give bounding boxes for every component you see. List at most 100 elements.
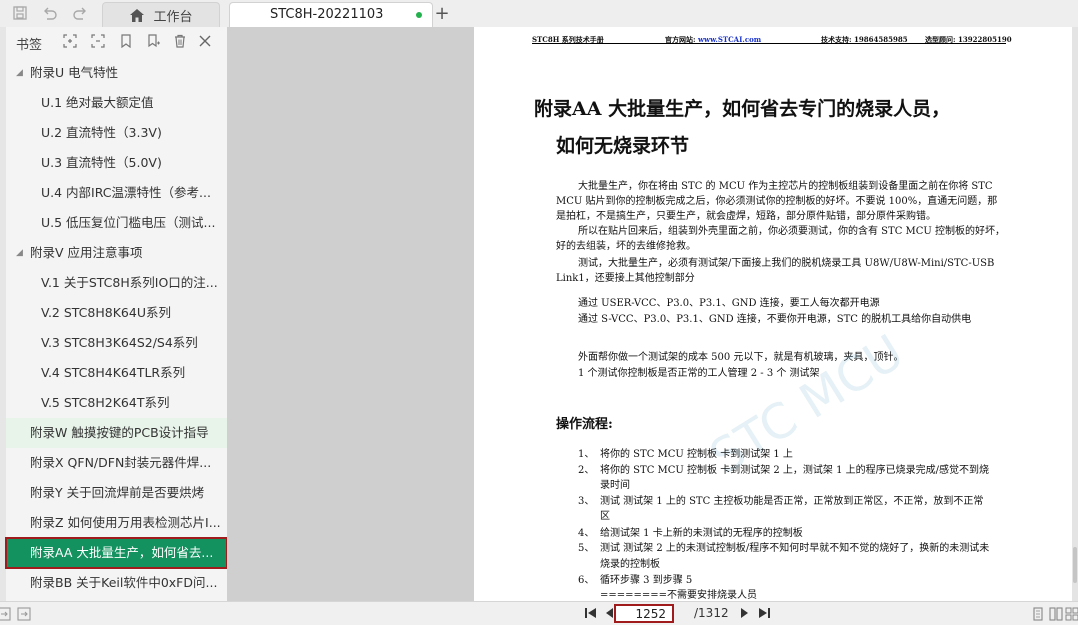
bookmark-item[interactable]: 附录BB 关于Keil软件中0xFD问... bbox=[6, 568, 227, 598]
bookmark-label: U.4 内部IRC温漂特性（参考... bbox=[41, 185, 211, 200]
appendix-heading-line-1: 附录AA 大批量生产，如何省去专门的烧录人员， bbox=[534, 98, 951, 120]
bookmark-item[interactable]: V.4 STC8H4K64TLR系列 bbox=[6, 358, 227, 388]
bookmark-label: V.2 STC8H8K64U系列 bbox=[41, 305, 171, 320]
body-line: 通过 S-VCC、P3.0、P3.1、GND 连接，不要你开电源，STC 的脱机… bbox=[578, 314, 972, 325]
step-text: 烧录的控制板 bbox=[600, 559, 660, 570]
collapse-all-icon[interactable] bbox=[90, 33, 106, 49]
document-background bbox=[227, 27, 474, 601]
bookmark-label: V.5 STC8H2K64T系列 bbox=[41, 395, 170, 410]
bookmark-label: 附录BB 关于Keil软件中0xFD问... bbox=[30, 575, 218, 590]
redo-icon[interactable] bbox=[68, 2, 92, 24]
status-bar: /1312 bbox=[0, 601, 1078, 625]
step-text: 测试 测试架 2 上的未测试控制板/程序不知何时早就不知不觉的烧好了，换新的未测… bbox=[600, 543, 990, 554]
bookmark-item[interactable]: 附录Z 如何使用万用表检测芯片I... bbox=[6, 508, 227, 538]
bookmark-label: V.4 STC8H4K64TLR系列 bbox=[41, 365, 186, 380]
bookmark-item[interactable]: V.3 STC8H3K64S2/S4系列 bbox=[6, 328, 227, 358]
delete-bookmark-icon[interactable] bbox=[172, 33, 188, 49]
bookmark-label: U.5 低压复位门槛电压（测试... bbox=[41, 215, 216, 230]
step-text: 测试 测试架 1 上的 STC 主控板功能是否正常，正常放到正常区，不正常，放到… bbox=[600, 496, 984, 507]
step-text: 将你的 STC MCU 控制板 卡到测试架 1 上 bbox=[600, 449, 793, 460]
add-child-bookmark-icon[interactable] bbox=[146, 33, 162, 49]
expand-caret-icon[interactable]: ◢ bbox=[16, 238, 23, 268]
body-line: 好的去组装，坏的去维修抢救。 bbox=[556, 241, 696, 252]
body-line: 是拍杠，不是搞生产，只要生产，就会虚焊，短路，部分原件贴错，部分原件采购错。 bbox=[556, 211, 936, 222]
step-text: 录时间 bbox=[600, 480, 630, 491]
body-line: 所以在贴片回来后，组装到外壳里面之前，你必须要测试，你的含有 STC MCU 控… bbox=[578, 226, 1006, 237]
bookmark-label: 附录Z 如何使用万用表检测芯片I... bbox=[30, 515, 221, 530]
scrollbar-thumb[interactable] bbox=[1073, 547, 1077, 583]
expand-caret-icon[interactable]: ◢ bbox=[16, 58, 23, 88]
bookmark-label: U.1 绝对最大额定值 bbox=[41, 95, 154, 110]
next-page-button[interactable] bbox=[737, 605, 753, 621]
home-icon bbox=[129, 8, 145, 23]
total-pages: /1312 bbox=[694, 606, 729, 620]
body-line: MCU 贴片到你的控制板完成之后，你必须测试你的控制板的好坏。不要说 100%，… bbox=[556, 196, 998, 207]
bookmark-item[interactable]: ◢ 附录U 电气特性 bbox=[6, 58, 227, 88]
bookmark-item[interactable]: U.3 直流特性（5.0V) bbox=[6, 148, 227, 178]
bookmark-item[interactable]: U.1 绝对最大额定值 bbox=[6, 88, 227, 118]
bookmark-item[interactable]: V.5 STC8H2K64T系列 bbox=[6, 388, 227, 418]
tab-bar: 工作台 STC8H-20221103 + bbox=[0, 0, 1078, 28]
new-tab-button[interactable]: + bbox=[432, 2, 452, 24]
tab-home-label: 工作台 bbox=[153, 9, 193, 25]
section-title: 操作流程: bbox=[556, 417, 613, 432]
continuous-view-icon[interactable] bbox=[1064, 606, 1078, 622]
first-page-button[interactable] bbox=[583, 605, 599, 621]
bookmark-item[interactable]: 附录X QFN/DFN封装元器件焊... bbox=[6, 448, 227, 478]
bookmark-toolbar: 书签 bbox=[6, 27, 227, 56]
step-number: 5、 bbox=[578, 543, 595, 554]
bookmark-label: 附录X QFN/DFN封装元器件焊... bbox=[30, 455, 212, 470]
bookmark-panel-title: 书签 bbox=[16, 38, 43, 53]
add-bookmark-icon[interactable] bbox=[118, 33, 134, 49]
bookmark-label: 附录U 电气特性 bbox=[30, 65, 119, 80]
bookmark-item[interactable]: 附录W 触摸按键的PCB设计指导 bbox=[6, 418, 227, 448]
double-page-view-icon[interactable] bbox=[1048, 606, 1064, 622]
bookmark-label: 附录V 应用注意事项 bbox=[30, 245, 143, 260]
appendix-heading-line-2: 如何无烧录环节 bbox=[556, 135, 690, 157]
bookmark-item[interactable]: 附录AA 大批量生产，如何省去... bbox=[5, 537, 228, 569]
step-text: 将你的 STC MCU 控制板 卡到测试架 2 上，测试架 1 上的程序已烧录完… bbox=[600, 465, 990, 476]
bookmark-item[interactable]: ◢ 附录V 应用注意事项 bbox=[6, 238, 227, 268]
step-text: ========不需要安排烧录人员 bbox=[600, 590, 758, 601]
step-number: 1、 bbox=[578, 449, 595, 460]
bookmark-label: U.2 直流特性（3.3V) bbox=[41, 125, 162, 140]
vertical-scrollbar[interactable] bbox=[1072, 27, 1078, 601]
header-rule bbox=[532, 43, 1006, 44]
bookmark-item[interactable]: V.1 关于STC8H系列IO口的注... bbox=[6, 268, 227, 298]
bookmark-item[interactable]: U.5 低压复位门槛电压（测试... bbox=[6, 208, 227, 238]
tab-document[interactable]: STC8H-20221103 bbox=[229, 2, 433, 27]
save-icon[interactable] bbox=[8, 2, 32, 24]
body-line: 测试，大批量生产，必须有测试架/下面接上我们的脱机烧录工具 U8W/U8W-Mi… bbox=[578, 258, 995, 269]
single-page-view-icon[interactable] bbox=[1030, 606, 1046, 622]
close-panel-icon[interactable] bbox=[197, 33, 213, 49]
step-text: 给测试架 1 卡上新的未测试的无程序的控制板 bbox=[600, 528, 803, 539]
tab-home[interactable]: 工作台 bbox=[102, 2, 220, 27]
step-number: 2、 bbox=[578, 465, 595, 476]
last-page-button[interactable] bbox=[756, 605, 772, 621]
body-line: 大批量生产，你在将由 STC 的 MCU 作为主控芯片的控制板组装到设备里面之前… bbox=[578, 181, 993, 192]
bookmark-item[interactable]: V.2 STC8H8K64U系列 bbox=[6, 298, 227, 328]
undo-icon[interactable] bbox=[38, 2, 62, 24]
expand-all-icon[interactable] bbox=[62, 33, 78, 49]
bookmark-label: V.3 STC8H3K64S2/S4系列 bbox=[41, 335, 198, 350]
step-text: 区 bbox=[600, 511, 610, 522]
body-line: Link1，还要接上其他控制部分 bbox=[556, 273, 695, 284]
step-number: 6、 bbox=[578, 575, 595, 586]
bookmark-item[interactable]: U.2 直流特性（3.3V) bbox=[6, 118, 227, 148]
bookmark-label: 附录W 触摸按键的PCB设计指导 bbox=[30, 425, 209, 440]
step-number: 4、 bbox=[578, 528, 595, 539]
page-number-input[interactable] bbox=[614, 604, 674, 623]
bookmark-label: 附录AA 大批量生产，如何省去... bbox=[30, 545, 214, 560]
bookmark-item[interactable]: U.4 内部IRC温漂特性（参考... bbox=[6, 178, 227, 208]
bookmark-item[interactable]: 附录Y 关于回流焊前是否要烘烤 bbox=[6, 478, 227, 508]
document-page: STC8H 系列技术手册 官方网站: www.STCAI.com 技术支持: 1… bbox=[474, 27, 1072, 601]
modified-indicator bbox=[416, 12, 422, 18]
bookmark-label: U.3 直流特性（5.0V) bbox=[41, 155, 162, 170]
expand-panel-icon[interactable] bbox=[16, 606, 32, 622]
tab-document-label: STC8H-20221103 bbox=[270, 7, 384, 22]
body-line: 通过 USER-VCC、P3.0、P3.1、GND 连接，要工人每次都开电源 bbox=[578, 298, 880, 309]
step-text: 循环步骤 3 到步骤 5 bbox=[600, 575, 693, 586]
bookmark-label: V.1 关于STC8H系列IO口的注... bbox=[41, 275, 218, 290]
bookmark-panel: 书签 ◢ 附录U 电气特性 U.1 绝对最大额定值 U.2 直流特性（3.3V) U.3… bbox=[0, 27, 228, 601]
sidebar-toggle-icon[interactable] bbox=[0, 606, 12, 622]
